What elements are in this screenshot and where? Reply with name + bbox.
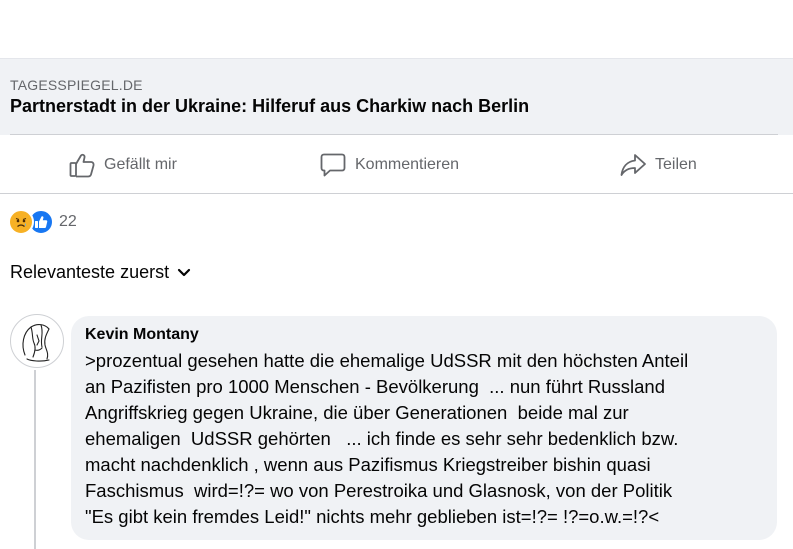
reply-thread-line (34, 370, 36, 549)
sort-label: Relevanteste zuerst (10, 262, 170, 282)
reactions-summary[interactable]: 22 (8, 208, 77, 236)
link-preview-card[interactable]: TAGESSPIEGEL.DE Partnerstadt in der Ukra… (0, 58, 793, 135)
post-action-bar: Gefällt mir Kommentieren Teilen (0, 136, 793, 194)
reaction-count: 22 (59, 213, 77, 230)
comment-line: >prozentual gesehen hatte die ehemalige … (85, 350, 689, 371)
chevron-down-icon (177, 262, 191, 283)
comment-line: Faschismus wird=!?= wo von Perestroika u… (85, 480, 673, 501)
avatar[interactable] (10, 314, 64, 368)
divider (0, 193, 793, 194)
comment-bubble-icon (319, 151, 347, 179)
link-title[interactable]: Partnerstadt in der Ukraine: Hilferuf au… (10, 96, 529, 117)
comment-line: an Pazifisten pro 1000 Menschen - Bevölk… (85, 376, 666, 397)
comment-line: "Es gibt kein fremdes Leid!" nichts mehr… (85, 506, 660, 527)
comment-sort-dropdown[interactable]: Relevanteste zuerst (10, 262, 191, 283)
share-label: Teilen (655, 156, 697, 173)
like-label: Gefällt mir (104, 156, 177, 173)
like-button[interactable]: Gefällt mir (68, 136, 177, 194)
comment-line: ehemaligen UdSSR gehörten ... ich finde … (85, 428, 679, 449)
divider (10, 134, 778, 135)
comment-label: Kommentieren (355, 156, 460, 173)
comment-author[interactable]: Kevin Montany (85, 326, 763, 344)
comment-line: macht nachdenklich , wenn aus Pazifismus… (85, 454, 651, 475)
link-domain: TAGESSPIEGEL.DE (10, 77, 143, 93)
comment-bubble: Kevin Montany >prozentual gesehen hatte … (71, 316, 777, 540)
share-arrow-icon (619, 151, 647, 179)
comment-button[interactable]: Kommentieren (319, 136, 459, 194)
comment-line: Angriffskrieg gegen Ukraine, die über Ge… (85, 402, 629, 423)
share-button[interactable]: Teilen (619, 136, 697, 194)
thumbs-up-icon (68, 151, 96, 179)
sad-reaction-icon (8, 209, 34, 235)
comment-text: >prozentual gesehen hatte die ehemalige … (85, 348, 763, 530)
